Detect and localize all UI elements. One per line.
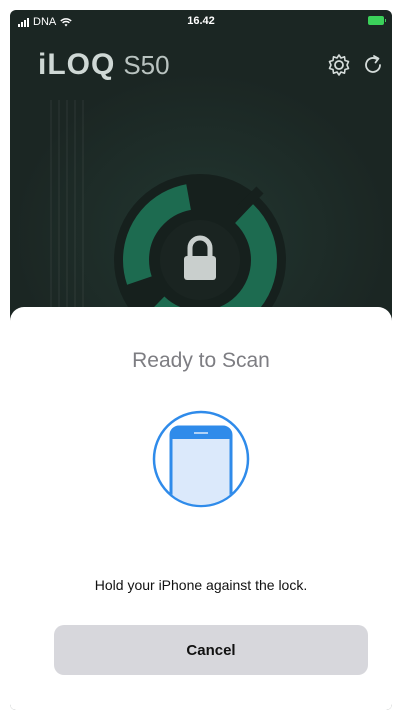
brand-name: iLOQ <box>38 48 116 81</box>
background-texture <box>50 100 90 320</box>
brand-model: S50 <box>123 50 170 80</box>
refresh-icon[interactable] <box>360 52 386 78</box>
status-time: 16.42 <box>187 15 215 27</box>
gear-icon[interactable] <box>326 52 352 78</box>
phone-scan-icon <box>152 410 250 508</box>
sheet-message: Hold your iPhone against the lock. <box>94 577 308 593</box>
battery-icon <box>368 16 386 25</box>
brand-logo: iLOQ S50 <box>38 48 170 82</box>
sheet-title: Ready to Scan <box>132 349 270 372</box>
status-bar: DNA 16.42 <box>10 10 392 36</box>
app-screen: DNA 16.42 iLOQ S50 Ready to Scan Hold yo… <box>10 10 392 710</box>
scan-sheet: Ready to Scan Hold your iPhone against t… <box>10 307 392 710</box>
app-header: iLOQ S50 <box>10 42 392 92</box>
cancel-button[interactable]: Cancel <box>54 625 368 675</box>
